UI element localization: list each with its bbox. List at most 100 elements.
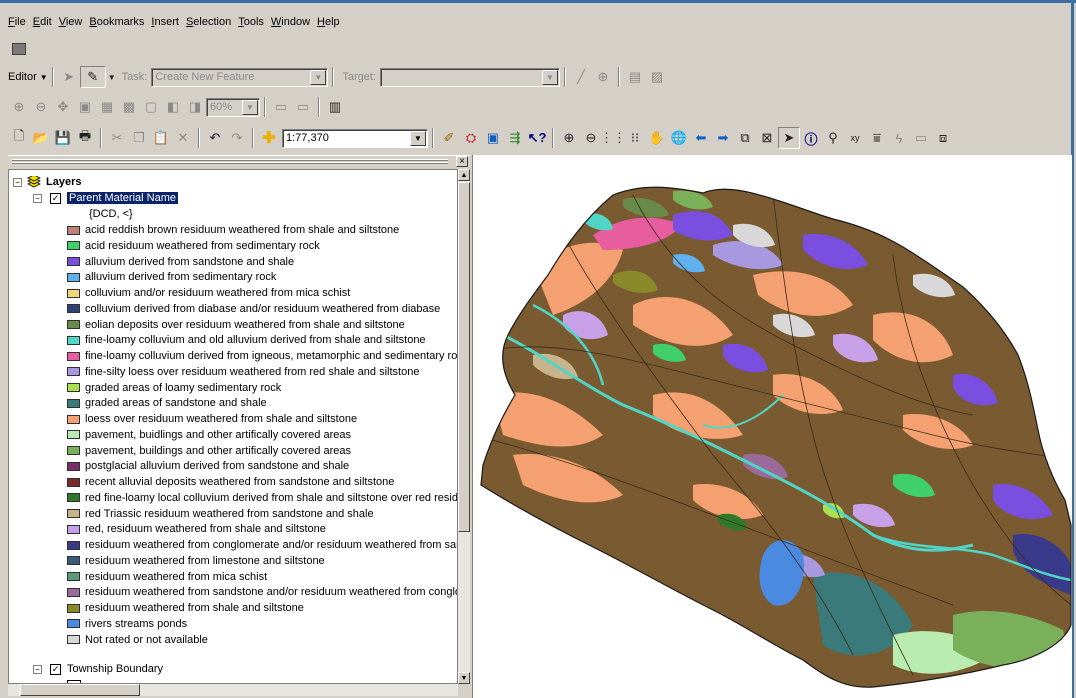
sketch-properties-icon[interactable]: ▨ <box>646 66 668 88</box>
legend-item[interactable]: residuum weathered from conglomerate and… <box>67 537 457 553</box>
toc-root[interactable]: − Layers <box>13 174 81 190</box>
change-layout-icon[interactable]: ▥ <box>324 96 346 118</box>
legend-item[interactable]: residuum weathered from shale and siltst… <box>67 600 304 616</box>
toc-title-bar[interactable]: × <box>8 155 470 167</box>
legend-item[interactable]: red fine-loamy local colluvium derived f… <box>67 490 457 506</box>
fixed-zoom-in-icon[interactable]: ⋮⋮ <box>600 127 626 149</box>
fixed-zoom-out-icon[interactable]: ⁝⁝ <box>624 127 646 149</box>
whats-this-icon[interactable]: ↖? <box>526 127 548 149</box>
legend-item[interactable]: colluvium derived from diabase and/or re… <box>67 301 440 317</box>
chevron-down-icon[interactable]: ▼ <box>310 69 327 85</box>
open-icon[interactable]: 📂 <box>30 127 52 149</box>
pan-icon[interactable]: ✋ <box>646 127 668 149</box>
sketch-tool-icon[interactable]: ✎ <box>79 66 106 88</box>
legend-item[interactable]: residuum weathered from sandstone and/or… <box>67 584 457 600</box>
chevron-down-icon[interactable]: ▼ <box>542 69 558 85</box>
layer-visibility-checkbox[interactable]: ✓ <box>50 192 61 204</box>
toggle-draft-mode-icon[interactable]: ▭ <box>270 96 292 118</box>
legend-item[interactable]: recent alluvial deposits weathered from … <box>67 474 394 490</box>
legend-item[interactable]: red Triassic residuum weathered from san… <box>67 506 374 522</box>
next-extent-icon[interactable]: ◨ <box>184 96 206 118</box>
paste-icon[interactable]: 📋 <box>150 127 172 149</box>
menu-selection[interactable]: Selection <box>186 16 231 28</box>
layer-visibility-checkbox[interactable]: ✓ <box>50 663 61 675</box>
menu-window[interactable]: Window <box>271 16 310 28</box>
menu-insert[interactable]: Insert <box>151 16 179 28</box>
legend-item[interactable]: fine-loamy colluvium derived from igneou… <box>67 348 457 364</box>
arctoolbox-icon[interactable]: ⛭ <box>460 127 482 149</box>
legend-item[interactable]: red, residuum weathered from shale and s… <box>67 521 326 537</box>
legend-item[interactable]: loess over residuum weathered from shale… <box>67 411 357 427</box>
legend-item[interactable]: Not rated or not available <box>67 632 208 648</box>
editor-menu-button[interactable]: Editor ▼ <box>8 71 48 83</box>
go-to-xy-icon[interactable]: xy <box>844 127 866 149</box>
zoom-out-icon[interactable]: ⊖ <box>580 127 602 149</box>
zoom-out-page-icon[interactable]: ⊖ <box>30 96 52 118</box>
editor-toolbar-icon[interactable]: ✐ <box>438 127 460 149</box>
legend-item[interactable]: alluvium derived from sandstone and shal… <box>67 254 294 270</box>
edit-tool-icon[interactable]: ➤ <box>58 66 80 88</box>
legend-item[interactable]: acid reddish brown residuum weathered fr… <box>67 222 399 238</box>
legend-item[interactable]: postglacial alluvium derived from sandst… <box>67 458 349 474</box>
hyperlink-icon[interactable]: ϟ <box>888 127 910 149</box>
zoom-in-icon[interactable]: ⊕ <box>558 127 580 149</box>
model-builder-icon[interactable]: ⇶ <box>504 127 526 149</box>
collapse-icon[interactable]: − <box>13 177 22 187</box>
select-elements-icon[interactable]: ➤ <box>778 127 800 149</box>
legend-item[interactable]: residuum weathered from mica schist <box>67 569 267 585</box>
pencil-line-icon[interactable]: ╱ <box>570 66 592 88</box>
legend-item[interactable]: residuum weathered from limestone and si… <box>67 553 325 569</box>
zoom-100-icon[interactable]: ▦ <box>96 96 118 118</box>
toc-layer-township-boundary[interactable]: − ✓ Township Boundary <box>33 661 163 677</box>
zoom-in-page-icon[interactable]: ⊕ <box>8 96 30 118</box>
focus-data-frame-icon[interactable]: ▭ <box>292 96 314 118</box>
find-icon[interactable]: ⚲ <box>822 127 844 149</box>
map-scale-combo[interactable]: 1:77,370 ▼ <box>282 128 428 148</box>
full-extent-icon[interactable]: 🌐 <box>668 127 690 149</box>
scroll-up-icon[interactable]: ▲ <box>458 169 470 181</box>
collapse-icon[interactable]: − <box>33 193 42 203</box>
new-icon[interactable]: 🗋 <box>8 127 30 149</box>
add-data-icon[interactable]: ✚ <box>258 127 280 149</box>
identify-icon[interactable]: ⓘ <box>800 127 822 149</box>
zoom-combo[interactable]: 60% ▼ <box>206 97 260 117</box>
legend-item[interactable]: pavement, buildings and other artificall… <box>67 443 351 459</box>
sketch-dropdown-icon[interactable]: ▼ <box>106 66 118 88</box>
scroll-thumb[interactable] <box>458 182 470 532</box>
fixed-zoom-out-page-icon[interactable]: ▢ <box>140 96 162 118</box>
menu-tools[interactable]: Tools <box>238 16 264 28</box>
legend-item[interactable]: rivers streams ponds <box>67 616 187 632</box>
previous-extent-icon[interactable]: ◧ <box>162 96 184 118</box>
legend-item[interactable]: acid residuum weathered from sedimentary… <box>67 238 320 254</box>
rotate-icon[interactable]: ⊕ <box>592 66 614 88</box>
legend-item[interactable]: graded areas of sandstone and shale <box>67 395 267 411</box>
layer-name[interactable]: Parent Material Name <box>67 192 178 204</box>
menu-bookmarks[interactable]: Bookmarks <box>89 16 144 28</box>
legend-item[interactable]: fine-silty loess over residuum weathered… <box>67 364 419 380</box>
legend-item[interactable]: graded areas of loamy sedimentary rock <box>67 380 281 396</box>
menu-file[interactable]: File <box>8 16 26 28</box>
collapse-icon[interactable]: − <box>33 664 42 674</box>
close-icon[interactable]: × <box>456 156 468 167</box>
forward-icon[interactable]: ➡ <box>712 127 734 149</box>
scroll-down-icon[interactable]: ▼ <box>458 672 470 684</box>
attributes-icon[interactable]: ▤ <box>624 66 646 88</box>
menu-edit[interactable]: Edit <box>33 16 52 28</box>
redo-icon[interactable]: ↷ <box>226 127 248 149</box>
legend-item[interactable]: pavement, buidlings and other artificall… <box>67 427 351 443</box>
select-features-icon[interactable]: ⧉ <box>734 127 756 149</box>
toc-layer-parent-material[interactable]: − ✓ Parent Material Name <box>33 190 178 206</box>
clear-selection-icon[interactable]: ⊠ <box>756 127 778 149</box>
chevron-down-icon[interactable]: ▼ <box>410 130 426 146</box>
fixed-zoom-in-page-icon[interactable]: ▩ <box>118 96 140 118</box>
legend-item[interactable]: colluvium and/or residuum weathered from… <box>67 285 350 301</box>
undo-icon[interactable]: ↶ <box>204 127 226 149</box>
legend-item[interactable]: eolian deposits over residuum weathered … <box>67 317 405 333</box>
toc-vertical-scrollbar[interactable]: ▲ ▼ <box>458 169 470 684</box>
cut-icon[interactable]: ✂ <box>106 127 128 149</box>
html-popup-icon[interactable]: ▭ <box>910 127 932 149</box>
scroll-thumb[interactable] <box>20 684 140 696</box>
save-icon[interactable]: 💾 <box>52 127 74 149</box>
measure-icon[interactable]: ⩸ <box>866 127 888 149</box>
toc-horizontal-scrollbar[interactable] <box>8 684 458 696</box>
